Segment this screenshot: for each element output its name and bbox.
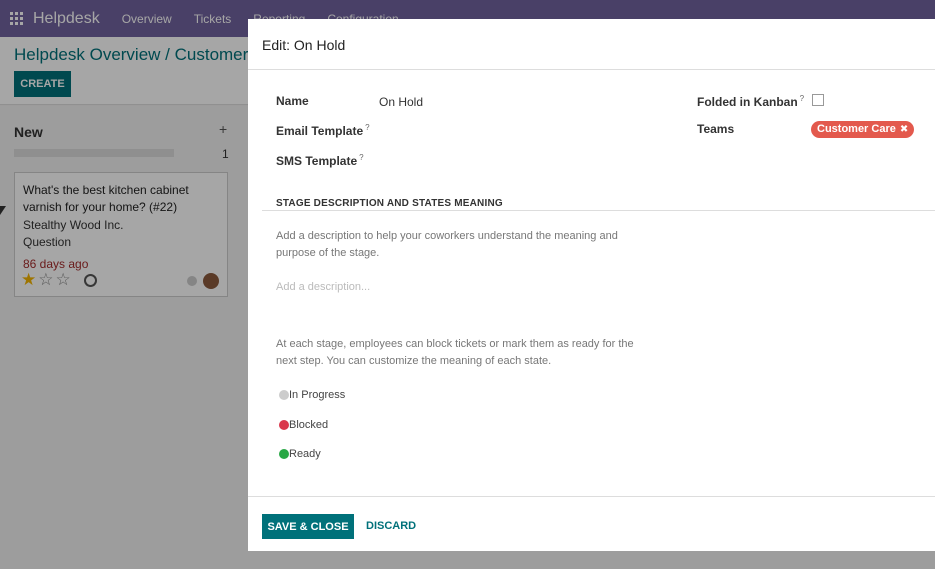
description-help-text: Add a description to help your coworkers… — [276, 230, 618, 259]
remove-tag-icon[interactable]: ✖ — [900, 124, 908, 135]
state-label: In Progress — [289, 389, 346, 401]
edit-stage-dialog: Edit: On Hold Name On Hold Email Templat… — [248, 19, 935, 551]
section-divider — [262, 210, 935, 211]
name-field[interactable]: On Hold — [379, 95, 423, 109]
name-label: Name — [276, 94, 309, 108]
state-in-progress[interactable]: In Progress — [279, 389, 345, 401]
help-icon[interactable]: ? — [800, 94, 804, 103]
section-title: STAGE DESCRIPTION AND STATES MEANING — [276, 198, 503, 209]
folded-in-kanban-label: Folded in Kanban? — [697, 94, 805, 109]
help-icon[interactable]: ? — [359, 153, 363, 162]
description-input[interactable] — [276, 281, 646, 293]
save-close-button[interactable]: SAVE & CLOSE — [262, 514, 354, 539]
state-blocked[interactable]: Blocked — [279, 419, 328, 431]
dialog-title: Edit: On Hold — [262, 37, 346, 53]
state-label: Blocked — [289, 419, 329, 431]
green-dot-icon — [279, 449, 289, 459]
state-label: Ready — [289, 448, 321, 460]
help-icon[interactable]: ? — [365, 123, 369, 132]
grey-dot-icon — [279, 390, 289, 400]
teams-label: Teams — [697, 122, 735, 136]
discard-button[interactable]: DISCARD — [366, 520, 416, 532]
sms-template-label: SMS Template? — [276, 153, 364, 168]
dialog-header: Edit: On Hold — [248, 19, 935, 70]
states-help-text: At each stage, employees can block ticke… — [276, 338, 634, 367]
dialog-footer: SAVE & CLOSE DISCARD — [248, 496, 935, 551]
red-dot-icon — [279, 420, 289, 430]
folded-in-kanban-checkbox[interactable] — [812, 94, 824, 106]
state-ready[interactable]: Ready — [279, 448, 321, 460]
team-tag: Customer Care ✖ — [811, 121, 915, 138]
team-tag-label: Customer Care — [817, 123, 896, 135]
email-template-label: Email Template? — [276, 123, 370, 138]
